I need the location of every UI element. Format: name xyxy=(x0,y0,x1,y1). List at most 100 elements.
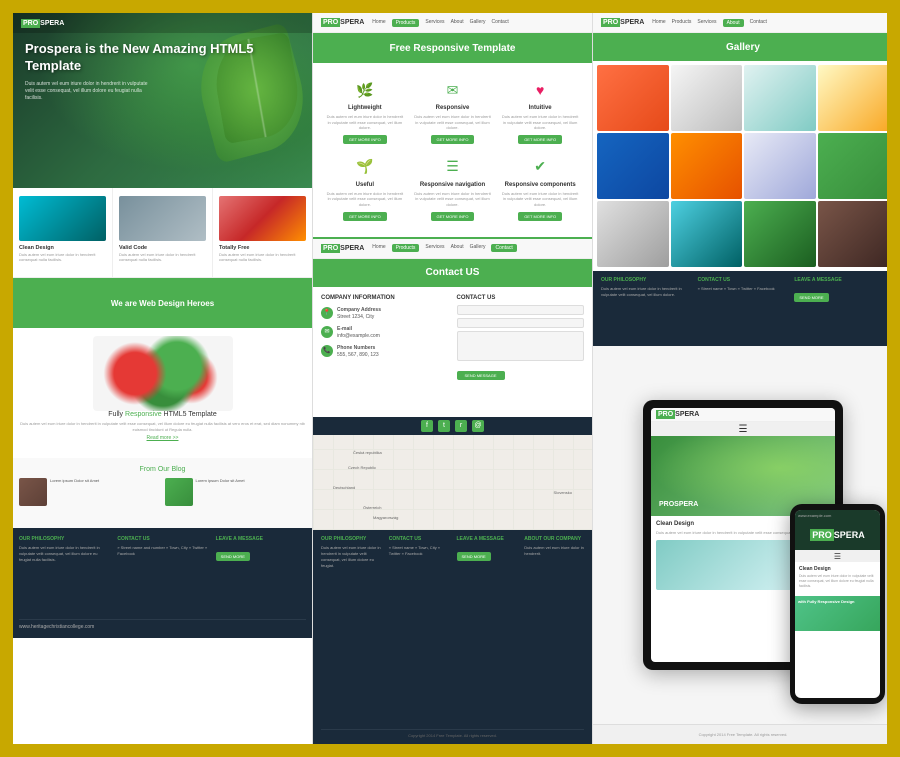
phil-col3-title: LEAVE A MESSAGE xyxy=(794,277,885,283)
contact-email-input[interactable] xyxy=(457,318,585,328)
mid-feature-btn-3[interactable]: GET MORE INFO xyxy=(518,135,562,144)
contact-nav-contact[interactable]: Contact xyxy=(491,244,516,252)
mid-footer-col2-text: » Street name » Town, City » Twitter » F… xyxy=(389,545,449,557)
address-value: Street 1234, City xyxy=(337,314,374,320)
contact-submit-btn[interactable]: SEND MESSAGE xyxy=(457,371,505,380)
feature-3: Totally Free Duis autem vel eum iriure d… xyxy=(213,188,312,277)
contact-address: Company Address Street 1234, City xyxy=(337,307,381,321)
nav-link-contact[interactable]: Contact xyxy=(491,19,508,27)
mid-feature-btn-1[interactable]: GET MORE INFO xyxy=(343,135,387,144)
gallery-cell-6[interactable] xyxy=(671,133,743,199)
gallery-cell-11[interactable] xyxy=(744,201,816,267)
phone-hamburger[interactable]: ☰ xyxy=(795,550,880,562)
footer-url: www.heritagechristiancollege.com xyxy=(19,619,306,630)
mid-contact-logo: PROSPERA xyxy=(321,245,364,252)
blog-title-pre: From Our xyxy=(140,466,172,473)
gallery-cell-2[interactable] xyxy=(671,65,743,131)
mid-footer-send-btn[interactable]: SEND MORE xyxy=(457,552,491,561)
social-email-icon[interactable]: @ xyxy=(472,420,484,432)
contact-nav-gallery[interactable]: Gallery xyxy=(470,244,486,252)
footer-send-btn[interactable]: SEND MORE xyxy=(216,552,250,561)
mid-feature-btn-4[interactable]: GET MORE INFO xyxy=(343,212,387,221)
read-more-link[interactable]: Read more >> xyxy=(147,435,179,441)
right-nav-about[interactable]: About xyxy=(723,19,744,27)
gallery-cell-3[interactable] xyxy=(744,65,816,131)
left-blog: From Our Blog Lorem ipsum Dolor sit Amet… xyxy=(13,458,312,528)
blog-item-1: Lorem ipsum Dolor sit Amet xyxy=(19,478,161,506)
gallery-cell-4[interactable] xyxy=(818,65,890,131)
right-devices: PROSPERA ☰ PROSPERA Clean Design Dui xyxy=(593,346,890,724)
mid-footer-col1-text: Duis autem vel eum iriure dolor in hendr… xyxy=(321,545,381,569)
gallery-cell-12[interactable] xyxy=(818,201,890,267)
mid-feature-btn-6[interactable]: GET MORE INFO xyxy=(518,212,562,221)
right-nav-services[interactable]: Services xyxy=(697,19,716,27)
mid-feature-btn-2[interactable]: GET MORE INFO xyxy=(431,135,475,144)
gallery-cell-8[interactable] xyxy=(818,133,890,199)
responsive-pre: Fully xyxy=(108,411,125,418)
feature-desc-2: Duis autem vel eum iriure dolor in hendr… xyxy=(119,252,206,262)
contact-address-row: 📍 Company Address Street 1234, City xyxy=(321,307,449,321)
mid-footer-col1-title: OUR PHILOSOPHY xyxy=(321,536,381,542)
email-value: info@example.com xyxy=(337,333,380,339)
nav-link-products[interactable]: Products xyxy=(392,19,420,27)
feature-img-1 xyxy=(19,196,106,241)
mid-feature-btn-5[interactable]: GET MORE INFO xyxy=(431,212,475,221)
contact-info-title: COMPANY INFORMATION xyxy=(321,295,449,301)
map-label-austria: Österreich xyxy=(363,505,381,510)
contact-nav-home[interactable]: Home xyxy=(372,244,385,252)
phone-header-text: www.example.com xyxy=(798,513,831,518)
gallery-cell-5[interactable] xyxy=(597,133,669,199)
right-nav: PROSPERA Home Products Services About Co… xyxy=(593,13,890,33)
gallery-cell-1[interactable] xyxy=(597,65,669,131)
contact-nav-services[interactable]: Services xyxy=(425,244,444,252)
nav-link-gallery[interactable]: Gallery xyxy=(470,19,486,27)
contact-name-input[interactable] xyxy=(457,305,585,315)
nav-link-home[interactable]: Home xyxy=(372,19,385,27)
mid-contact-nav-links: Home Products Services About Gallery Con… xyxy=(372,244,516,252)
contact-message-input[interactable] xyxy=(457,331,585,361)
mid-social: f t r @ xyxy=(313,417,592,435)
mid-feature-title-2: Responsive xyxy=(436,105,470,111)
green-banner-text: We are Web Design Heroes xyxy=(111,299,214,308)
nav-link-services[interactable]: Services xyxy=(425,19,444,27)
gallery-cell-9[interactable] xyxy=(597,201,669,267)
mid-feature-desc-4: Duis autem vel eum iriure dolor in hendr… xyxy=(325,191,405,208)
left-green-banner: We are Web Design Heroes xyxy=(13,278,312,328)
phone-icon: 📞 xyxy=(321,345,333,357)
contact-nav-about[interactable]: About xyxy=(451,244,464,252)
left-hero: PROSPERA Prospera is the New Amazing HTM… xyxy=(13,13,312,188)
gallery-grid xyxy=(593,61,890,271)
hamburger-icon[interactable]: ☰ xyxy=(739,424,748,435)
nav-link-about[interactable]: About xyxy=(451,19,464,27)
social-facebook-icon[interactable]: f xyxy=(421,420,433,432)
right-nav-products[interactable]: Products xyxy=(672,19,692,27)
blog-text-1: Lorem ipsum Dolor sit Amet xyxy=(50,478,99,506)
footer-col2-title: CONTACT US xyxy=(117,536,207,542)
mid-feature-desc-2: Duis autem vel eum iriure dolor in hendr… xyxy=(413,114,493,131)
mid-feature-desc-3: Duis autem vel eum iriure dolor in hendr… xyxy=(500,114,580,131)
right-nav-home[interactable]: Home xyxy=(652,19,665,27)
social-twitter-icon[interactable]: t xyxy=(438,420,450,432)
responsive-highlight: Responsive xyxy=(125,411,162,418)
feature-label-2: Valid Code xyxy=(119,245,147,251)
phil-send-btn[interactable]: SEND MORE xyxy=(794,293,828,302)
footer-col1-title: OUR PHILOSOPHY xyxy=(19,536,109,542)
phil-col1-title: OUR PHILOSOPHY xyxy=(601,277,692,283)
left-hero-text: Prospera is the New Amazing HTML5 Templa… xyxy=(25,41,312,102)
phil-col-1: OUR PHILOSOPHY Duis autem vel eum iriure… xyxy=(601,277,692,340)
mid-footer-cols: OUR PHILOSOPHY Duis autem vel eum iriure… xyxy=(321,536,584,725)
right-nav-contact[interactable]: Contact xyxy=(750,19,767,27)
mid-footer: OUR PHILOSOPHY Duis autem vel eum iriure… xyxy=(313,530,592,744)
gallery-cell-7[interactable] xyxy=(744,133,816,199)
feature-img-3 xyxy=(219,196,306,241)
mid-feature-3: ♥ Intuitive Duis autem vel eum iriure do… xyxy=(496,73,584,150)
mid-footer-col4: ABOUT OUR COMPANY Duis autem vel eum iri… xyxy=(524,536,584,725)
address-icon: 📍 xyxy=(321,307,333,319)
left-hero-nav: PROSPERA xyxy=(13,13,312,33)
gallery-cell-10[interactable] xyxy=(671,201,743,267)
footer-col3-title: LEAVE A MESSAGE xyxy=(216,536,306,542)
mid-feature-title-1: Lightweight xyxy=(348,105,382,111)
social-rss-icon[interactable]: r xyxy=(455,420,467,432)
contact-nav-products[interactable]: Products xyxy=(392,244,420,252)
mid-footer-col4-title: ABOUT OUR COMPANY xyxy=(524,536,584,542)
